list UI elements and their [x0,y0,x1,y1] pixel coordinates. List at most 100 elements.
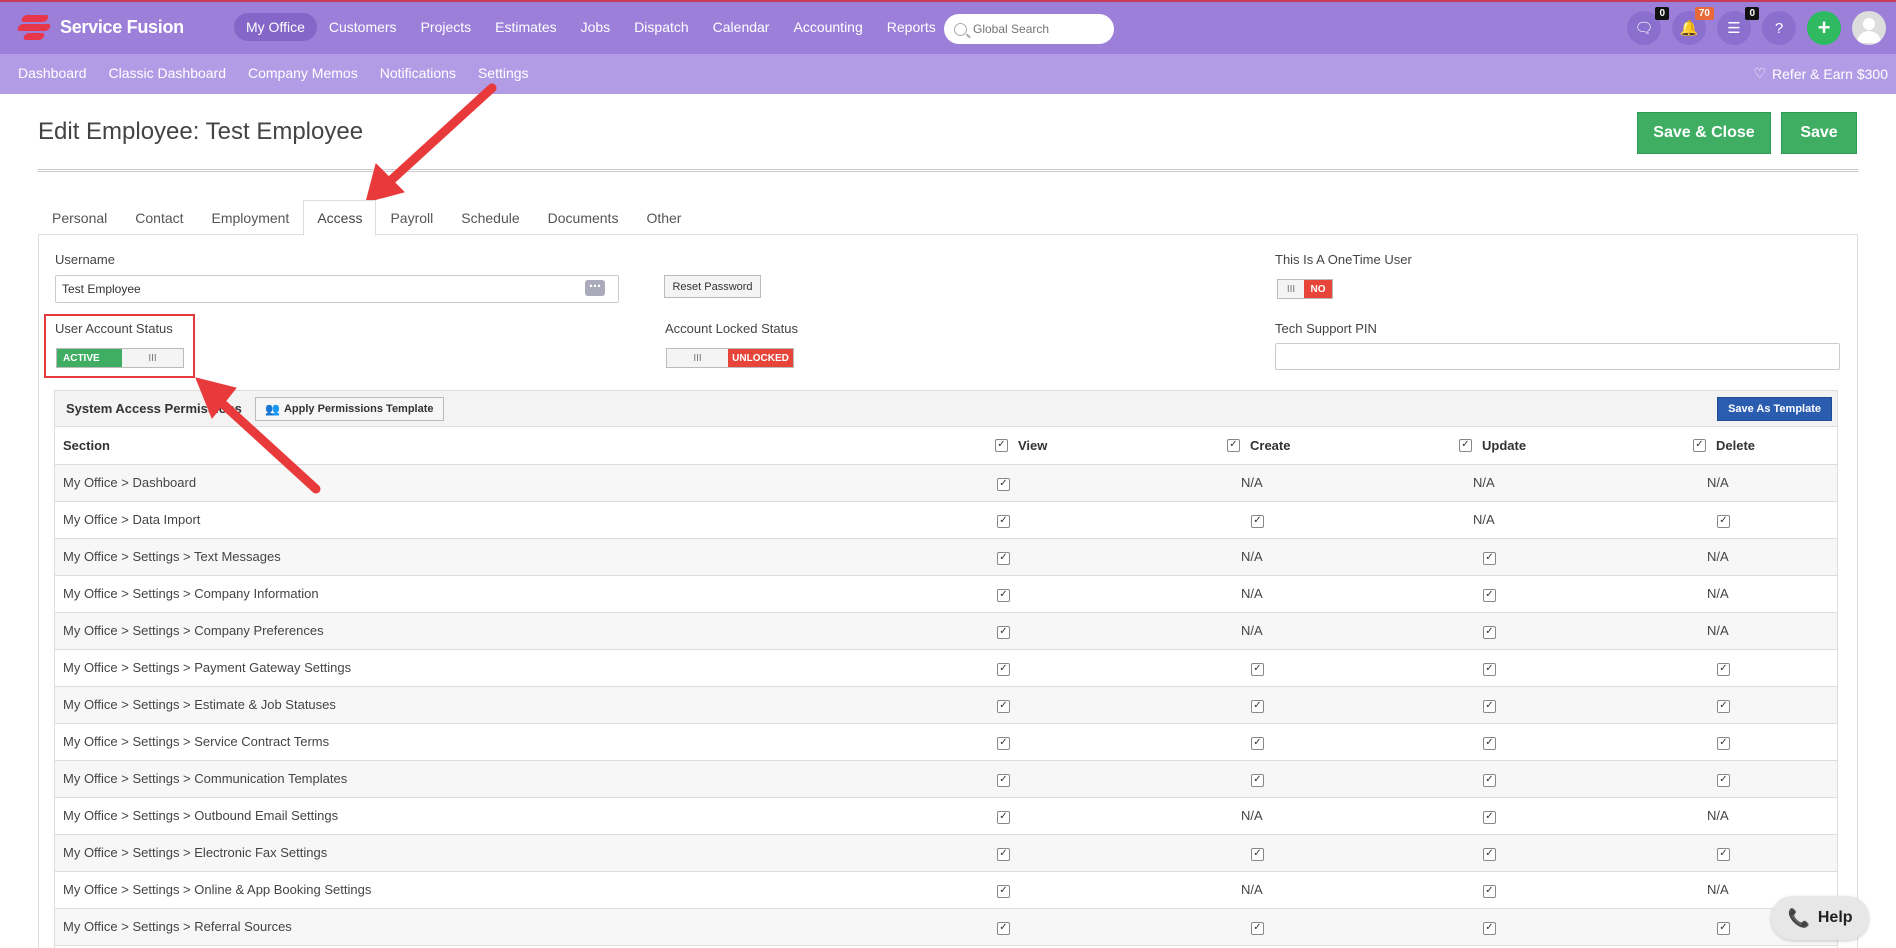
tab-payroll[interactable]: Payroll [376,200,447,236]
heart-icon: ♡ [1753,65,1767,81]
update-checkbox[interactable]: ✓ [1483,588,1496,602]
create-all-checkbox[interactable]: ✓ [1227,438,1240,452]
subnav-item-notifications[interactable]: Notifications [380,65,456,81]
section-cell: My Office > Settings > Electronic Fax Se… [55,834,995,872]
global-search[interactable] [944,14,1114,44]
nav-item-jobs[interactable]: Jobs [569,13,623,41]
page-title: Edit Employee: Test Employee [38,118,364,145]
create-checkbox[interactable]: ✓ [1251,736,1264,750]
tab-contact[interactable]: Contact [121,200,197,236]
view-checkbox[interactable]: ✓ [997,551,1010,565]
delete-checkbox[interactable]: ✓ [1717,662,1730,676]
subnav-item-classic-dashboard[interactable]: Classic Dashboard [109,65,227,81]
update-checkbox[interactable]: ✓ [1483,699,1496,713]
create-checkbox[interactable]: ✓ [1251,921,1264,935]
help-button[interactable]: 📞 Help [1771,896,1869,940]
tab-access[interactable]: Access [303,200,377,236]
onetime-toggle[interactable]: III NO [1277,279,1333,299]
view-checkbox[interactable]: ✓ [997,921,1010,935]
update-checkbox[interactable]: ✓ [1483,847,1496,861]
view-checkbox[interactable]: ✓ [997,625,1010,639]
delete-checkbox[interactable]: ✓ [1717,847,1730,861]
view-checkbox[interactable]: ✓ [997,847,1010,861]
nav-item-my-office[interactable]: My Office [234,13,317,41]
view-checkbox[interactable]: ✓ [997,588,1010,602]
nav-item-accounting[interactable]: Accounting [781,13,874,41]
save-template-button[interactable]: Save As Template [1717,397,1832,421]
nav-item-projects[interactable]: Projects [409,13,484,41]
delete-all-checkbox[interactable]: ✓ [1693,438,1706,452]
refer-link[interactable]: ♡ Refer & Earn $300 [1753,65,1888,82]
more-icon[interactable]: ⋯ [585,280,605,296]
delete-checkbox[interactable]: ✓ [1717,514,1730,528]
nav-item-estimates[interactable]: Estimates [483,13,568,41]
update-checkbox[interactable]: ✓ [1483,551,1496,565]
messages-button[interactable]: 🗨 0 [1627,7,1669,45]
search-input[interactable] [973,22,1103,36]
delete-checkbox[interactable]: ✓ [1717,773,1730,787]
tab-schedule[interactable]: Schedule [447,200,533,236]
locked-toggle[interactable]: III UNLOCKED [666,348,794,368]
logo[interactable]: Service Fusion [14,12,184,42]
nav-item-reports[interactable]: Reports [875,13,948,41]
add-button[interactable]: + [1807,11,1841,45]
subnav-item-dashboard[interactable]: Dashboard [18,65,87,81]
notifications-button[interactable]: 🔔 70 [1672,7,1714,45]
tab-documents[interactable]: Documents [534,200,633,236]
view-checkbox[interactable]: ✓ [997,477,1010,491]
create-checkbox[interactable]: ✓ [1251,514,1264,528]
tab-personal[interactable]: Personal [38,200,121,236]
create-checkbox[interactable]: ✓ [1251,847,1264,861]
create-checkbox[interactable]: ✓ [1251,773,1264,787]
tab-employment[interactable]: Employment [198,200,304,236]
sub-navbar: Dashboard Classic Dashboard Company Memos N… [0,54,1896,94]
view-checkbox[interactable]: ✓ [997,736,1010,750]
delete-cell: N/A [1693,538,1837,576]
delete-checkbox[interactable]: ✓ [1717,699,1730,713]
update-all-checkbox[interactable]: ✓ [1459,438,1472,452]
view-all-checkbox[interactable]: ✓ [995,438,1008,452]
delete-cell: N/A [1693,464,1837,502]
view-checkbox[interactable]: ✓ [997,773,1010,787]
create-checkbox[interactable]: ✓ [1251,662,1264,676]
delete-checkbox[interactable]: ✓ [1717,921,1730,935]
username-input[interactable] [55,275,619,303]
update-checkbox[interactable]: ✓ [1483,773,1496,787]
nav-item-calendar[interactable]: Calendar [701,13,782,41]
view-checkbox[interactable]: ✓ [997,810,1010,824]
update-checkbox[interactable]: ✓ [1483,625,1496,639]
create-cell: N/A [1227,612,1459,650]
help-circle-button[interactable]: ? [1762,11,1796,45]
avatar[interactable] [1852,11,1886,45]
update-checkbox[interactable]: ✓ [1483,810,1496,824]
update-checkbox[interactable]: ✓ [1483,736,1496,750]
section-cell: My Office > Settings > Outbound Email Se… [55,797,995,835]
apply-template-button[interactable]: 👥 Apply Permissions Template [255,397,444,421]
section-cell: My Office > Settings > Service Contract … [55,723,995,761]
view-checkbox[interactable]: ✓ [997,662,1010,676]
view-cell: ✓ [995,760,1227,798]
nav-item-customers[interactable]: Customers [317,13,409,41]
column-header-create: ✓ Create [1227,427,1459,465]
delete-checkbox[interactable]: ✓ [1717,736,1730,750]
permissions-panel: System Access Permissions 👥 Apply Permis… [54,390,1838,948]
create-checkbox[interactable]: ✓ [1251,699,1264,713]
save-button[interactable]: Save [1781,112,1857,154]
update-checkbox[interactable]: ✓ [1483,662,1496,676]
view-checkbox[interactable]: ✓ [997,884,1010,898]
toggle-handle: III [667,349,729,367]
subnav-item-settings[interactable]: Settings [478,65,529,81]
reset-password-button[interactable]: Reset Password [664,275,761,298]
tab-other[interactable]: Other [632,200,695,236]
subnav-item-company-memos[interactable]: Company Memos [248,65,358,81]
create-na: N/A [1241,808,1263,823]
nav-item-dispatch[interactable]: Dispatch [622,13,700,41]
view-checkbox[interactable]: ✓ [997,514,1010,528]
tasks-button[interactable]: ☰ 0 [1717,7,1759,45]
tasks-badge: 0 [1745,7,1759,20]
update-checkbox[interactable]: ✓ [1483,921,1496,935]
save-close-button[interactable]: Save & Close [1637,112,1771,154]
update-checkbox[interactable]: ✓ [1483,884,1496,898]
view-checkbox[interactable]: ✓ [997,699,1010,713]
pin-input[interactable] [1275,343,1840,370]
